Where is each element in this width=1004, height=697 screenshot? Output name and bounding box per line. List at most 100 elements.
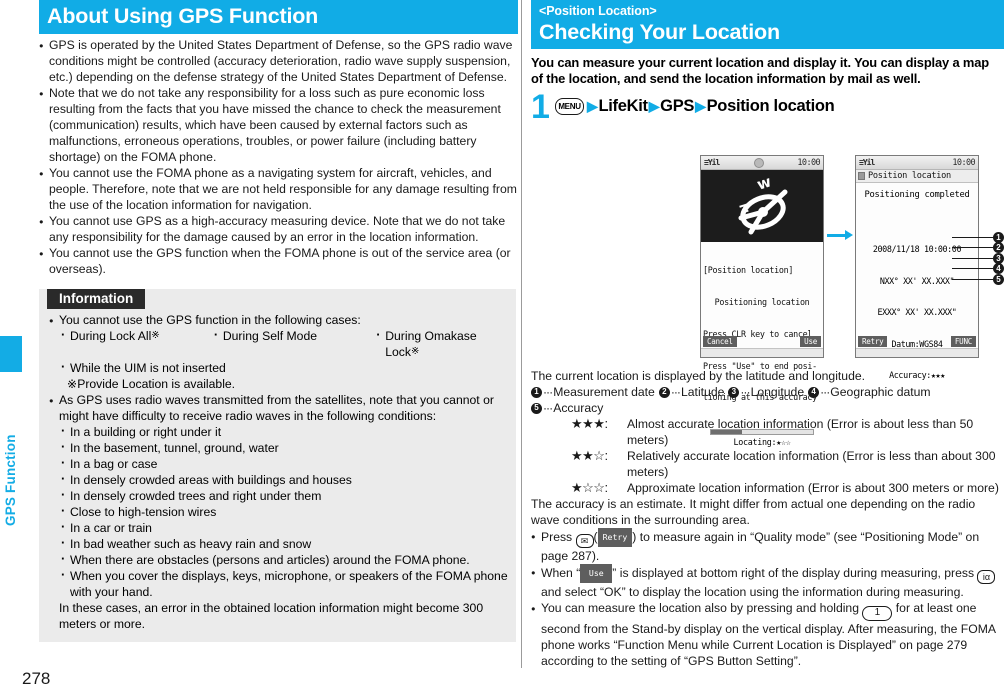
signal-icon: ≡Yil <box>859 158 875 167</box>
sub-item-label: During Lock All <box>70 329 152 343</box>
sub-item: In bad weather such as heavy rain and sn… <box>59 535 508 552</box>
phone-title-bar: Position location <box>856 170 978 183</box>
accuracy-text-cont: meters) <box>627 465 669 479</box>
right-column: <Position Location> Checking Your Locati… <box>531 0 1004 668</box>
column-divider <box>521 0 522 668</box>
sub-item: When there are obstacles (persons and ar… <box>59 551 508 568</box>
left-bullet-list: GPS is operated by the United States Dep… <box>39 37 521 277</box>
sub-item: In densely crowded trees and right under… <box>59 487 508 504</box>
softkey-cancel[interactable]: Cancel <box>703 335 737 348</box>
marker-2: 2 <box>993 242 1004 253</box>
left-column: About Using GPS Function GPS is operated… <box>39 0 521 668</box>
list-item: Press ✉(Retry) to measure again in “Qual… <box>531 528 1004 564</box>
phone-bottom-strip <box>856 348 978 357</box>
softkey-func[interactable]: FUNC <box>950 335 976 348</box>
coord-longitude: EXXX° XX' XX.XXX" <box>877 307 957 317</box>
legend-label: Accuracy <box>553 401 604 415</box>
step-operation-sequence: MENU ▶ LifeKit ▶ GPS ▶ Position location <box>555 96 835 116</box>
chevron-right-icon: ▶ <box>648 98 660 115</box>
list-item: You cannot use the FOMA phone as a navig… <box>39 165 521 213</box>
marker-leader-line <box>952 258 993 260</box>
mail-key-icon: ✉ <box>575 534 594 548</box>
sub-item-label: During Omakase Lock <box>385 329 477 359</box>
section-tab-marker <box>0 336 22 372</box>
phone-bottom-strip <box>701 348 823 357</box>
step-op-label: Position location <box>706 96 835 115</box>
step-op-label: GPS <box>660 96 695 115</box>
note-text-cont: and select “OK” to display the location … <box>541 585 964 599</box>
marker-leader-line <box>952 247 993 249</box>
note-text-cont: ” is displayed at bottom right of the di… <box>612 566 975 580</box>
note-text: When “ <box>541 566 581 580</box>
positioning-completed-label: Positioning completed <box>864 190 970 200</box>
phone-softkey-row: Retry FUNC <box>856 335 978 348</box>
leader-dots: ··· <box>543 385 553 399</box>
phone-screen-measuring: ≡Yil 10:00 z w [Position location] Posit… <box>700 155 824 447</box>
list-item: When “Use” is displayed at bottom right … <box>531 564 1004 600</box>
legend-row: 5 ··· Accuracy <box>531 400 1004 416</box>
accuracy-text: Relatively accurate location information… <box>627 449 996 463</box>
softkey-retry[interactable]: Retry <box>858 335 888 348</box>
sub-item: In the basement, tunnel, ground, water <box>59 439 508 456</box>
list-item: You can measure the location also by pre… <box>531 600 1004 669</box>
list-item: You cannot use the GPS function in the f… <box>49 312 508 392</box>
softkey-retry-icon: Retry <box>597 528 633 547</box>
satellite-dish-icon: z w <box>737 172 788 235</box>
msg-line: [Position location] <box>703 265 794 276</box>
softkey-use[interactable]: Use <box>800 335 821 348</box>
accuracy-stars: ★★★: <box>571 416 608 431</box>
information-body: You cannot use the GPS function in the f… <box>39 309 516 632</box>
legend-label: Longitude <box>750 385 805 399</box>
marker-4-icon: 4 <box>808 386 820 398</box>
svg-text:w: w <box>755 172 774 193</box>
list-item: Note that we do not take any responsibil… <box>39 85 521 165</box>
legend-label: Latitude <box>681 385 725 399</box>
footnote-marker: ※ <box>410 346 420 357</box>
step-number: 1 <box>531 87 550 126</box>
manual-page: GPS Function About Using GPS Function GP… <box>0 0 1004 697</box>
section-tab-label: GPS Function <box>3 434 18 526</box>
marker-leader-line <box>952 237 993 239</box>
accuracy-definition: ★★★: Almost accurate location informatio… <box>531 416 1004 432</box>
leader-dots: ··· <box>670 385 681 399</box>
legend-row: 1 ··· Measurement date 2 ··· Latitude 3 … <box>531 384 1004 400</box>
legend-item-3: 3 ··· Longitude <box>728 384 804 400</box>
leader-dots: ··· <box>740 385 750 399</box>
heading-title: Checking Your Location <box>539 20 780 44</box>
marker-5: 5 <box>993 274 1004 285</box>
right-lead-paragraph: You can measure your current location an… <box>531 55 989 87</box>
step-op-label: LifeKit <box>598 96 648 115</box>
signal-icon: ≡Yil <box>704 158 720 167</box>
information-tag: Information <box>47 289 146 309</box>
lock-cases-row: During Lock All※ During Self Mode During… <box>59 327 508 360</box>
legend-label: Measurement date <box>553 385 655 399</box>
page-icon <box>858 172 865 180</box>
info-item1-lead: You cannot use the GPS function in the f… <box>59 313 361 327</box>
msg-line: Positioning location <box>714 296 810 307</box>
sub-item: In a bag or case <box>59 455 508 472</box>
softkey-use-icon: Use <box>580 564 613 583</box>
info-item2-lead: As GPS uses radio waves transmitted from… <box>59 393 494 423</box>
footnote-marker: ※ <box>151 330 160 341</box>
information-box: Information You cannot use the GPS funct… <box>39 289 516 642</box>
step-1-row: 1 MENU ▶ LifeKit ▶ GPS ▶ Position locati… <box>531 90 1004 124</box>
legend-item-2: 2 ··· Latitude <box>658 384 725 400</box>
legend-item-4: 4 ··· Geographic datum <box>808 384 931 400</box>
sub-item: In a building or right under it <box>59 423 508 440</box>
sub-item: In a car or train <box>59 519 508 536</box>
clock-label: 10:00 <box>797 157 820 168</box>
chevron-right-icon: ▶ <box>695 98 706 115</box>
leader-dots: ··· <box>820 385 830 399</box>
list-item: You cannot use the GPS function when the… <box>39 245 521 277</box>
legend-label: Geographic datum <box>830 385 931 399</box>
phone-screen-completed: ≡Yil 10:00 Position location Positioning… <box>855 155 979 380</box>
marker-4: 4 <box>993 263 1004 274</box>
sub-item: Close to high-tension wires <box>59 503 508 520</box>
flow-arrow-icon <box>827 230 853 240</box>
info-item2-tail: In these cases, an error in the obtained… <box>59 601 484 631</box>
sub-item: During Lock All※ <box>59 327 212 360</box>
menu-key-icon: MENU <box>555 97 584 115</box>
left-section-heading: About Using GPS Function <box>39 0 518 34</box>
accuracy-text-cont: meters) <box>627 433 669 447</box>
legend-item-1: 1 ··· Measurement date <box>531 384 655 400</box>
